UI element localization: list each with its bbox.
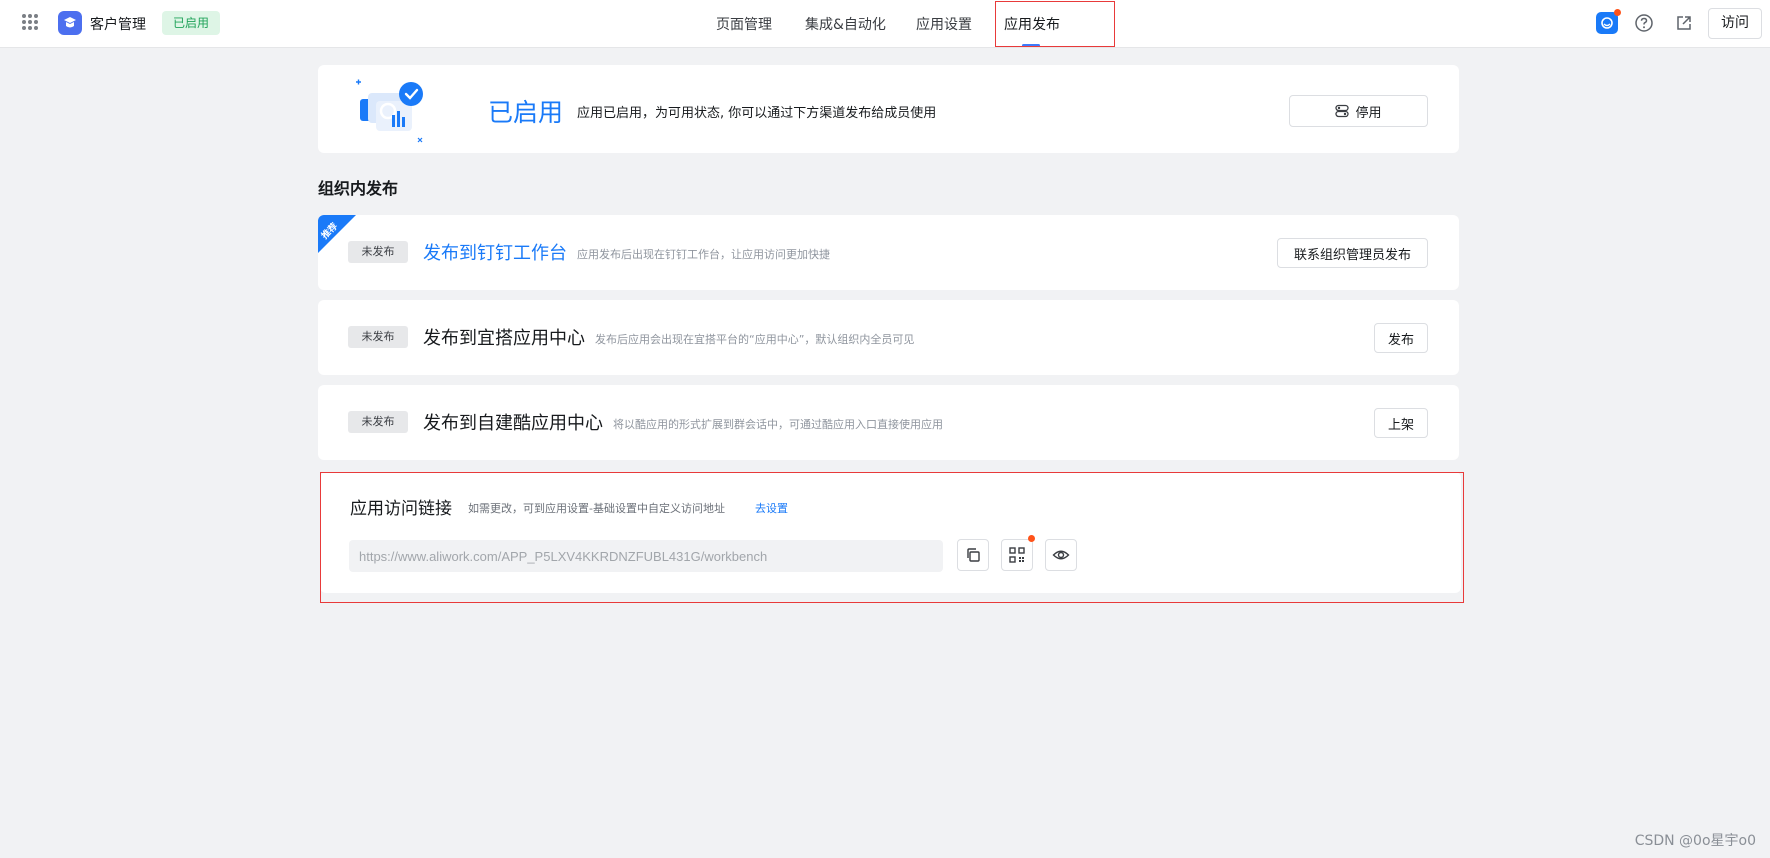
- publish-row-cool-app: 未发布 发布到自建酷应用中心 将以酷应用的形式扩展到群会话中，可通过酷应用入口直…: [318, 385, 1459, 460]
- qr-code-button[interactable]: [1001, 535, 1035, 571]
- app-name: 客户管理: [90, 17, 146, 33]
- eye-icon: [1052, 550, 1070, 560]
- publish-row-yida: 未发布 发布到宜搭应用中心 发布后应用会出现在宜搭平台的“应用中心”，默认组织内…: [318, 300, 1459, 375]
- app-enabled-illustration-icon: [356, 79, 436, 143]
- app-logo-icon: [58, 11, 82, 35]
- publish-status-badge: 未发布: [348, 326, 408, 348]
- status-description: 应用已启用，为可用状态, 你可以通过下方渠道发布给成员使用: [577, 106, 937, 121]
- toggle-icon: [1335, 104, 1350, 118]
- disable-app-button[interactable]: 停用: [1289, 95, 1428, 127]
- tab-app-publish[interactable]: 应用发布: [1004, 0, 1060, 48]
- open-external-icon[interactable]: [1673, 12, 1695, 34]
- app-status-card: 已启用 应用已启用，为可用状态, 你可以通过下方渠道发布给成员使用 停用: [318, 65, 1459, 153]
- section-title: 组织内发布: [318, 179, 399, 198]
- status-title: 已启用: [488, 98, 564, 127]
- publish-status-badge: 未发布: [348, 241, 408, 263]
- publish-row-description: 应用发布后出现在钉钉工作台，让应用访问更加快捷: [577, 248, 830, 261]
- preview-button[interactable]: [1045, 539, 1077, 571]
- app-grid-icon[interactable]: [22, 14, 39, 31]
- active-tab-indicator: [1022, 44, 1040, 47]
- publish-row-title: 发布到自建酷应用中心: [423, 413, 603, 434]
- access-url-input[interactable]: [349, 540, 943, 572]
- help-icon[interactable]: [1633, 12, 1655, 34]
- publish-row-description: 发布后应用会出现在宜搭平台的“应用中心”，默认组织内全员可见: [595, 333, 915, 346]
- copy-link-button[interactable]: [957, 539, 989, 571]
- list-app-button[interactable]: 上架: [1374, 408, 1428, 438]
- tab-integration-automation[interactable]: 集成&自动化: [805, 0, 886, 48]
- qr-notification-dot: [1028, 535, 1035, 542]
- access-link-card: 应用访问链接 如需更改，可到应用设置-基础设置中自定义访问地址 去设置: [320, 472, 1461, 593]
- notification-dot: [1614, 9, 1621, 16]
- publish-row-description: 将以酷应用的形式扩展到群会话中，可通过酷应用入口直接使用应用: [613, 418, 943, 431]
- access-link-title: 应用访问链接: [350, 499, 452, 519]
- go-to-settings-link[interactable]: 去设置: [755, 500, 788, 516]
- visit-button[interactable]: 访问: [1708, 8, 1762, 39]
- copy-icon: [967, 548, 980, 562]
- publish-row-title: 发布到钉钉工作台: [423, 243, 567, 264]
- disable-app-button-label: 停用: [1355, 105, 1382, 121]
- app-status-badge: 已启用: [162, 11, 221, 35]
- publish-row-dingtalk: 推荐 未发布 发布到钉钉工作台 应用发布后出现在钉钉工作台，让应用访问更加快捷 …: [318, 215, 1459, 290]
- qr-code-icon: [1009, 547, 1025, 563]
- publish-row-title: 发布到宜搭应用中心: [423, 328, 585, 349]
- access-link-description: 如需更改，可到应用设置-基础设置中自定义访问地址: [468, 502, 725, 515]
- tab-page-management[interactable]: 页面管理: [716, 0, 772, 48]
- watermark: CSDN @0o星宇o0: [1634, 833, 1756, 849]
- publish-status-badge: 未发布: [348, 411, 408, 433]
- top-bar: 客户管理 已启用 页面管理 集成&自动化 应用设置 应用发布 访问: [0, 0, 1770, 48]
- publish-button[interactable]: 发布: [1374, 323, 1428, 353]
- contact-admin-publish-button[interactable]: 联系组织管理员发布: [1277, 238, 1428, 268]
- assistant-icon[interactable]: [1596, 9, 1621, 34]
- tab-app-settings[interactable]: 应用设置: [916, 0, 972, 48]
